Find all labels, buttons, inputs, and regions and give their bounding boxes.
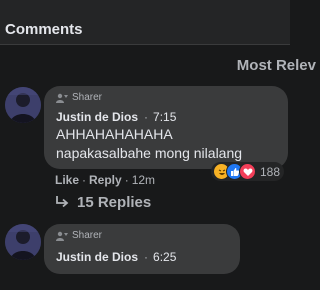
video-timestamp[interactable]: 6:25 <box>153 250 176 264</box>
comment-text-line: napakasalbahe mong nilalang <box>56 145 243 161</box>
sharer-icon <box>56 93 68 103</box>
comment-age[interactable]: 12m <box>132 173 155 187</box>
view-replies-button[interactable]: 15 Replies <box>55 194 151 211</box>
role-label: Sharer <box>72 230 103 241</box>
video-timestamp[interactable]: 7:15 <box>153 110 176 124</box>
replies-count-label: 15 Replies <box>77 194 152 211</box>
avatar[interactable] <box>5 224 41 260</box>
author-name[interactable]: Justin de Dios <box>56 110 138 124</box>
like-button[interactable]: Like <box>55 173 79 187</box>
avatar[interactable] <box>5 87 41 123</box>
separator-dot: · <box>124 173 129 187</box>
separator-dot: · <box>82 173 87 187</box>
comment-actions: Like · Reply · 12m <box>55 173 155 187</box>
comment-text-line: AHHAHAHAHAHA <box>56 126 173 142</box>
separator-dot: · <box>144 250 149 264</box>
role-label: Sharer <box>72 92 103 103</box>
reply-button[interactable]: Reply <box>89 173 122 187</box>
comment-bubble: Sharer Justin de Dios · 6:25 <box>44 224 240 274</box>
page-title: Comments <box>5 21 83 38</box>
reply-arrow-icon <box>56 196 69 208</box>
love-icon <box>239 163 256 180</box>
sort-dropdown[interactable]: Most Relev <box>237 57 316 74</box>
sharer-icon <box>56 231 68 241</box>
profile-photo <box>5 87 41 123</box>
sharer-badge: Sharer <box>56 230 102 241</box>
reaction-count: 188 <box>260 164 281 179</box>
sharer-badge: Sharer <box>56 92 102 103</box>
author-name[interactable]: Justin de Dios <box>56 250 138 264</box>
reaction-summary[interactable]: 188 <box>211 162 285 181</box>
separator-dot: · <box>144 110 149 124</box>
profile-photo <box>5 224 41 260</box>
comment-bubble: Sharer Justin de Dios · 7:15 AHHAHAHAHAH… <box>44 86 288 169</box>
comments-header: Comments <box>0 0 290 45</box>
